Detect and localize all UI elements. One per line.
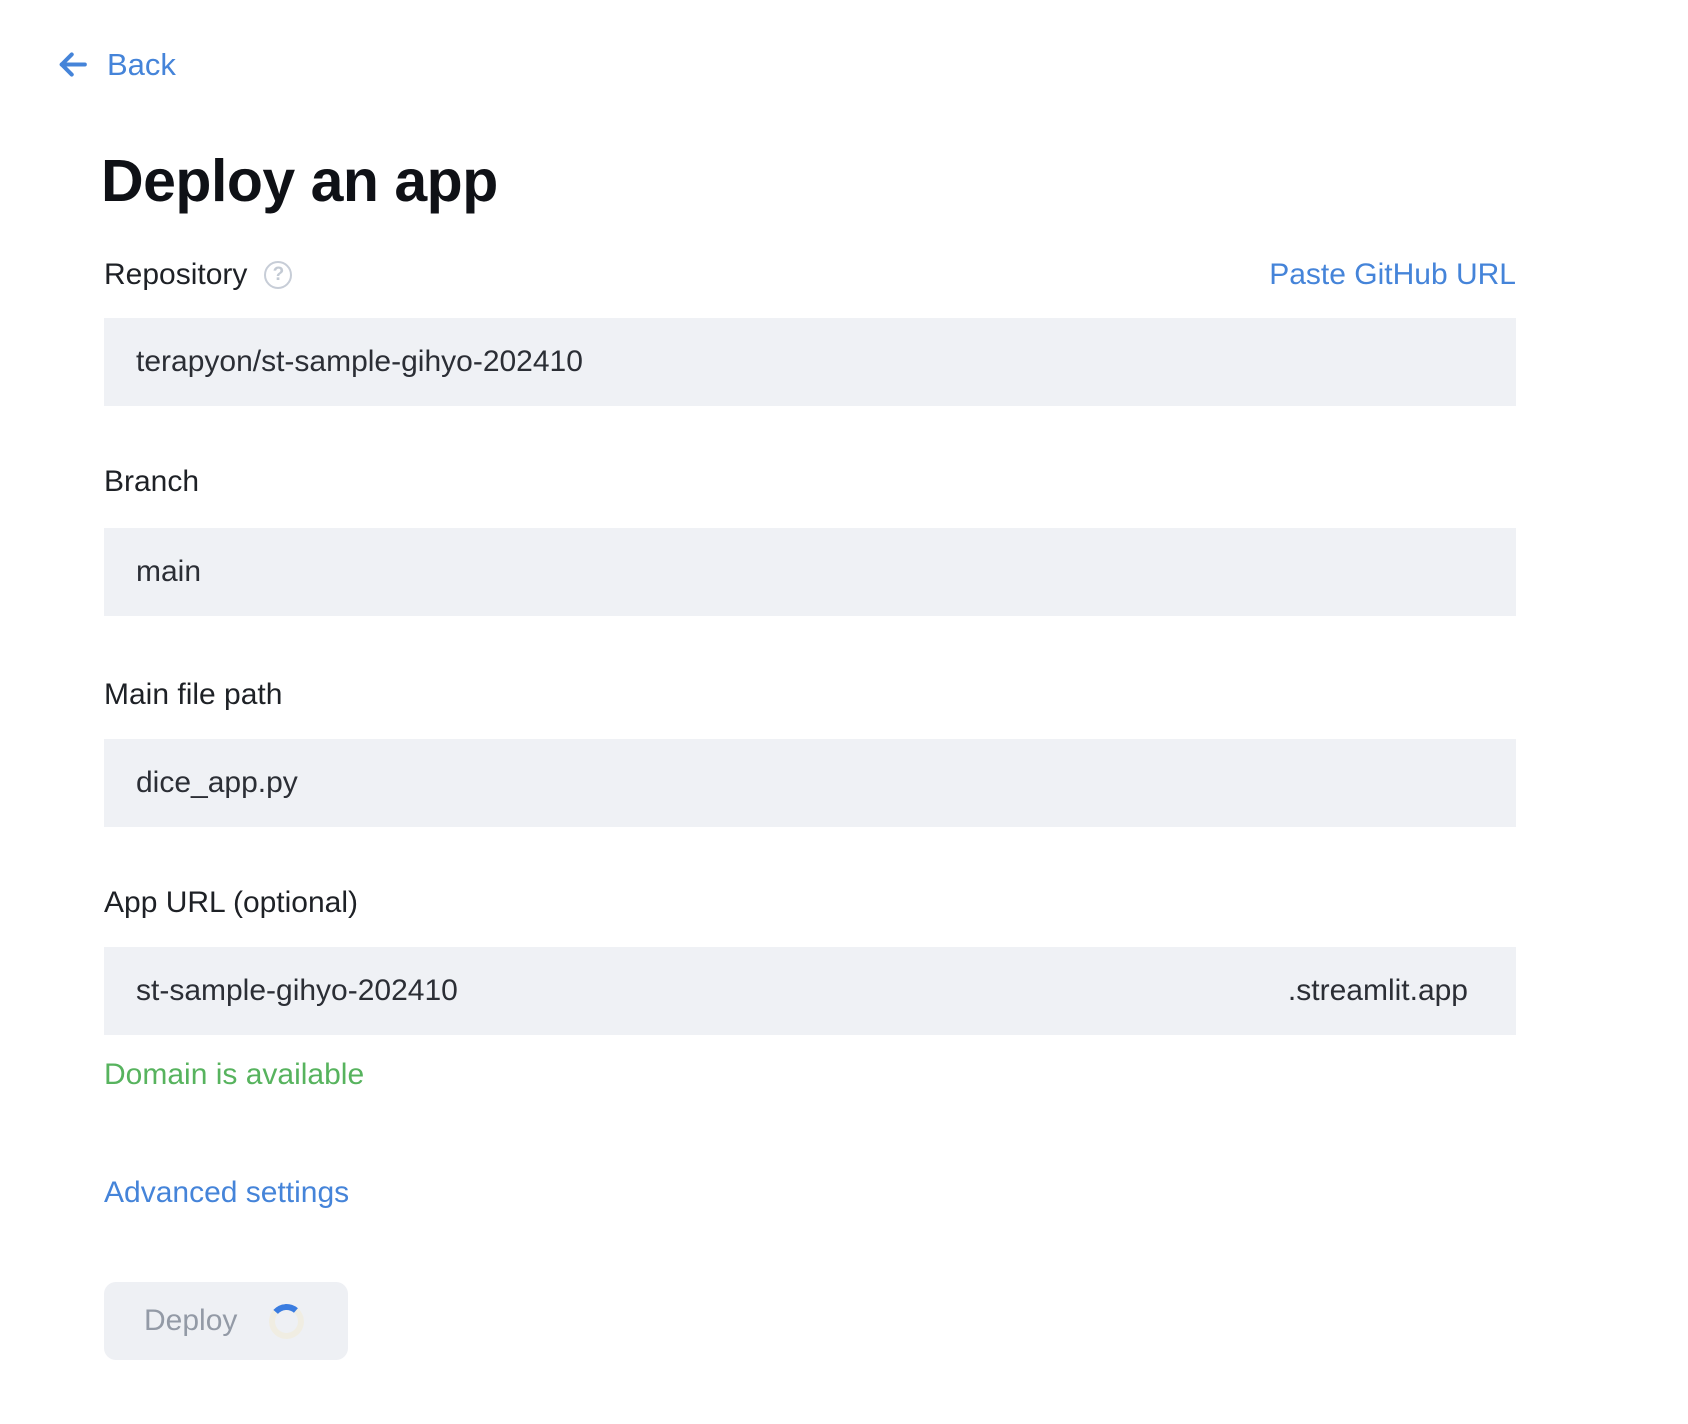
deploy-button[interactable]: Deploy (104, 1282, 348, 1360)
main-file-path-value: dice_app.py (136, 766, 298, 800)
repository-label: Repository (104, 257, 247, 293)
loading-spinner-icon (268, 1302, 305, 1339)
deploy-app-page: Back Deploy an app Repository ? Paste Gi… (0, 0, 1688, 1424)
app-url-value: st-sample-gihyo-202410 (136, 974, 458, 1008)
branch-input[interactable]: main (104, 528, 1516, 616)
main-file-path-label: Main file path (104, 677, 282, 713)
deploy-button-label: Deploy (144, 1304, 237, 1338)
paste-github-url-link[interactable]: Paste GitHub URL (1269, 258, 1516, 292)
main-file-path-input[interactable]: dice_app.py (104, 739, 1516, 827)
back-arrow-icon (54, 46, 91, 83)
repository-value: terapyon/st-sample-gihyo-202410 (136, 345, 583, 379)
branch-value: main (136, 555, 201, 589)
app-url-suffix: .streamlit.app (1288, 974, 1468, 1008)
help-icon[interactable]: ? (264, 261, 292, 289)
repository-label-row: Repository ? Paste GitHub URL (104, 256, 1516, 294)
back-button[interactable]: Back (54, 46, 176, 83)
back-label: Back (107, 46, 176, 83)
app-url-label: App URL (optional) (104, 885, 358, 921)
page-title: Deploy an app (101, 146, 498, 216)
branch-label: Branch (104, 464, 199, 500)
domain-status: Domain is available (104, 1056, 364, 1094)
repository-input[interactable]: terapyon/st-sample-gihyo-202410 (104, 318, 1516, 406)
advanced-settings-link[interactable]: Advanced settings (104, 1174, 349, 1212)
app-url-input[interactable]: st-sample-gihyo-202410 .streamlit.app (104, 947, 1516, 1035)
